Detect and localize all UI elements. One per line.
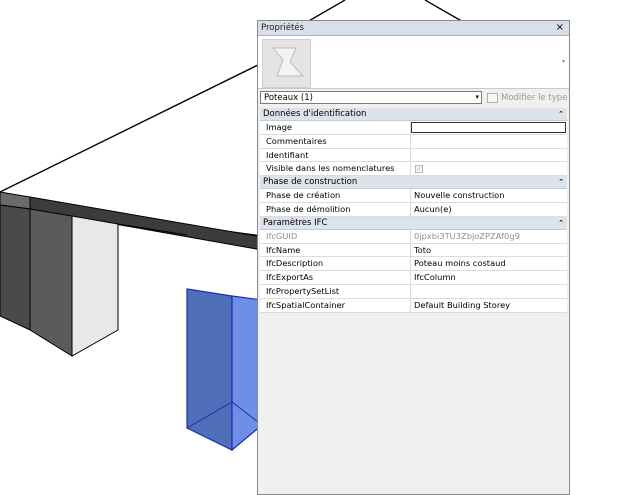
- property-value[interactable]: Toto: [411, 244, 567, 257]
- property-value[interactable]: Nouvelle construction: [411, 189, 567, 202]
- property-name: IfcGUID: [260, 229, 411, 243]
- properties-panel[interactable]: Propriétés × ▾ Poteaux (1) ▾ Modifier le…: [257, 20, 570, 495]
- property-row-ifcpropertysetlist[interactable]: IfcPropertySetList: [260, 284, 567, 299]
- column-left-light-face: [71, 215, 119, 357]
- property-row-ifcexportas[interactable]: IfcExportAs IfcColumn: [260, 271, 567, 285]
- type-selector-value: Poteaux (1): [264, 92, 313, 103]
- property-row-image[interactable]: Image: [260, 121, 567, 135]
- property-value[interactable]: Poteau moins costaud: [411, 257, 567, 270]
- group-label: Paramètres IFC: [263, 217, 328, 228]
- property-row-phase-demolished[interactable]: Phase de démolition Aucun(e): [260, 202, 567, 217]
- property-name: Image: [260, 121, 411, 134]
- property-name: IfcDescription: [260, 257, 411, 271]
- type-selector-dropdown[interactable]: Poteaux (1) ▾: [260, 91, 482, 104]
- property-value[interactable]: [411, 135, 567, 148]
- property-row-ifcdescription[interactable]: IfcDescription Poteau moins costaud: [260, 257, 567, 272]
- column-left-dark-face: [29, 208, 73, 357]
- type-selector-row: Poteaux (1) ▾ Modifier le type: [258, 89, 569, 107]
- property-value: 0jpxbi3TU3ZbjoZPZAf0g9: [414, 230, 520, 241]
- property-value[interactable]: IfcColumn: [411, 271, 567, 284]
- property-name: IfcPropertySetList: [260, 284, 411, 298]
- property-name: IfcSpatialContainer: [260, 298, 411, 312]
- checkbox[interactable]: ✓: [415, 165, 423, 174]
- property-value: ✓: [411, 162, 567, 175]
- close-icon[interactable]: ×: [554, 23, 566, 33]
- property-name: Commentaires: [260, 134, 411, 148]
- property-value[interactable]: [411, 149, 567, 162]
- property-row-ifcspatialcontainer[interactable]: IfcSpatialContainer Default Building Sto…: [260, 298, 567, 313]
- revit-family-icon: [262, 39, 311, 88]
- type-preview: ▾: [258, 36, 569, 89]
- property-name: Visible dans les nomenclatures: [260, 162, 411, 176]
- property-name: Phase de création: [260, 189, 411, 202]
- properties-titlebar[interactable]: Propriétés ×: [258, 21, 569, 36]
- edit-type-icon: [487, 92, 498, 103]
- collapse-icon[interactable]: ⌃: [558, 178, 564, 186]
- group-label: Données d'identification: [263, 109, 367, 119]
- collapse-icon[interactable]: ⌃: [558, 219, 564, 227]
- edit-type-button[interactable]: Modifier le type: [487, 91, 567, 104]
- property-value-input[interactable]: [411, 122, 566, 133]
- property-name: IfcName: [260, 243, 411, 257]
- group-identity-data[interactable]: Données d'identification ⌃: [260, 108, 567, 121]
- property-name: IfcExportAs: [260, 271, 411, 284]
- property-name: Identifiant: [260, 148, 411, 162]
- property-name: Phase de démolition: [260, 202, 411, 216]
- group-ifc-parameters[interactable]: Paramètres IFC ⌃: [260, 216, 567, 230]
- column-left-back-face: [0, 204, 31, 331]
- property-value[interactable]: Default Building Storey: [411, 299, 567, 312]
- panel-title: Propriétés: [261, 23, 304, 33]
- property-value[interactable]: [411, 285, 567, 298]
- group-label: Phase de construction: [263, 177, 358, 188]
- chevron-down-icon[interactable]: ▾: [475, 93, 479, 101]
- property-row-identifier[interactable]: Identifiant: [260, 148, 567, 163]
- group-construction-phase[interactable]: Phase de construction ⌃: [260, 176, 567, 190]
- collapse-icon[interactable]: ⌃: [558, 110, 564, 118]
- property-row-comments[interactable]: Commentaires: [260, 134, 567, 149]
- property-value[interactable]: Aucun(e): [411, 203, 567, 216]
- edit-type-label: Modifier le type: [501, 92, 568, 103]
- property-row-phase-created[interactable]: Phase de création Nouvelle construction: [260, 189, 567, 203]
- selected-column[interactable]: [186, 288, 263, 452]
- property-grid: Données d'identification ⌃ Image Comment…: [260, 108, 567, 313]
- property-row-visible-in-schedules[interactable]: Visible dans les nomenclatures ✓: [260, 162, 567, 177]
- preview-scroll-icon[interactable]: ▾: [562, 58, 565, 65]
- property-row-ifcguid: IfcGUID 0jpxbi3TU3ZbjoZPZAf0g9: [260, 229, 567, 244]
- property-row-ifcname[interactable]: IfcName Toto: [260, 243, 567, 258]
